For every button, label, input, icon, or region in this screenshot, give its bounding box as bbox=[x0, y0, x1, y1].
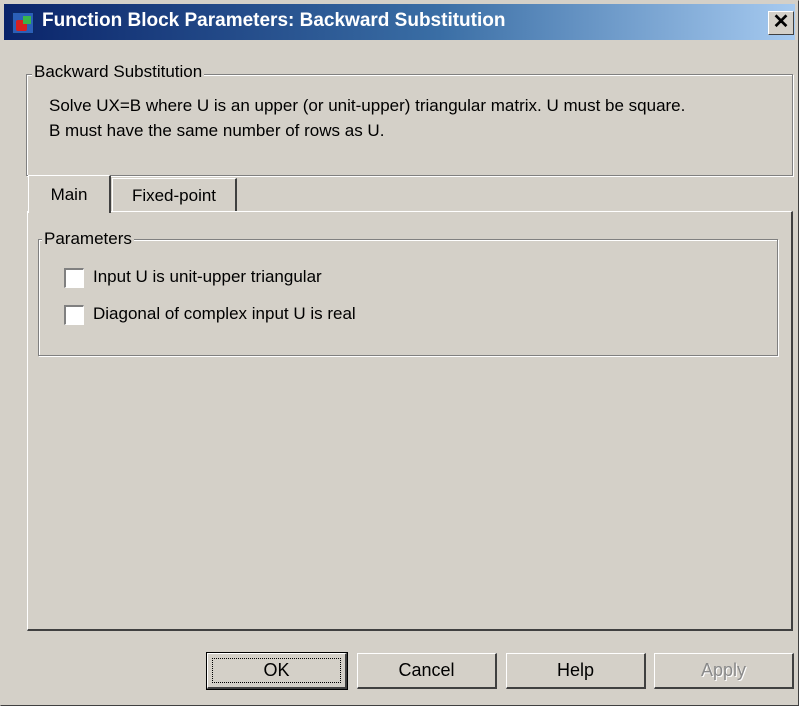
diagonal-real-label: Diagonal of complex input U is real bbox=[93, 304, 356, 323]
apply-label: Apply bbox=[700, 660, 747, 680]
close-button[interactable]: ✕ bbox=[768, 11, 794, 35]
description-line-1: Solve UX=B where U is an upper (or unit-… bbox=[49, 96, 686, 115]
window-title: Function Block Parameters: Backward Subs… bbox=[42, 10, 506, 31]
tab-fixed-point[interactable]: Fixed-point bbox=[112, 178, 237, 211]
help-button[interactable]: Help bbox=[506, 653, 646, 689]
apply-button: Apply bbox=[654, 653, 794, 689]
ok-button[interactable]: OK bbox=[206, 652, 348, 690]
simulink-block-icon bbox=[12, 12, 34, 34]
unit-upper-checkbox[interactable] bbox=[64, 268, 84, 288]
dialog-window: Function Block Parameters: Backward Subs… bbox=[0, 0, 799, 706]
close-icon: ✕ bbox=[772, 11, 790, 33]
unit-upper-label: Input U is unit-upper triangular bbox=[93, 267, 322, 286]
checkbox-row-diagonal-real[interactable]: Diagonal of complex input U is real bbox=[64, 304, 464, 329]
cancel-label: Cancel bbox=[398, 660, 455, 680]
tab-main[interactable]: Main bbox=[28, 175, 111, 213]
checkbox-row-unit-upper[interactable]: Input U is unit-upper triangular bbox=[64, 267, 464, 292]
diagonal-real-checkbox[interactable] bbox=[64, 305, 84, 325]
tab-main-label: Main bbox=[50, 185, 88, 204]
tab-panel-main: Parameters Input U is unit-upper triangu… bbox=[27, 211, 793, 631]
title-bar[interactable]: Function Block Parameters: Backward Subs… bbox=[4, 4, 795, 40]
cancel-button[interactable]: Cancel bbox=[357, 653, 497, 689]
parameters-group-label: Parameters bbox=[42, 229, 134, 249]
tab-fixed-point-label: Fixed-point bbox=[131, 186, 217, 205]
ok-focus-rect bbox=[212, 658, 341, 683]
icon-green-square bbox=[23, 16, 31, 24]
help-label: Help bbox=[556, 660, 595, 680]
block-group-label: Backward Substitution bbox=[32, 62, 205, 82]
description-line-2: B must have the same number of rows as U… bbox=[49, 121, 385, 140]
parameters-group bbox=[38, 239, 778, 356]
block-description: Solve UX=B where U is an upper (or unit-… bbox=[49, 93, 685, 143]
